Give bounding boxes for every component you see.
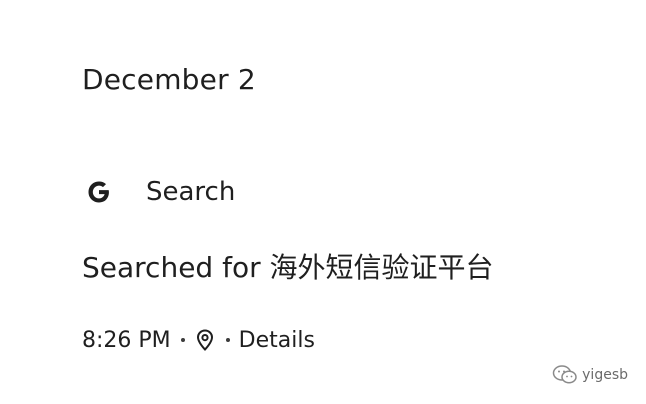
watermark: yigesb bbox=[552, 364, 628, 386]
activity-time: 8:26 PM bbox=[82, 327, 171, 353]
product-row: Search bbox=[82, 172, 235, 212]
separator-dot bbox=[180, 338, 185, 342]
watermark-text: yigesb bbox=[582, 367, 628, 383]
activity-title[interactable]: Searched for 海外短信验证平台 bbox=[82, 249, 494, 287]
product-label: Search bbox=[146, 177, 236, 207]
google-g-icon bbox=[82, 175, 116, 209]
location-pin-icon[interactable] bbox=[194, 329, 216, 351]
separator-dot bbox=[225, 338, 230, 342]
activity-meta: 8:26 PM Details bbox=[82, 324, 315, 356]
wechat-icon bbox=[552, 364, 578, 386]
date-heading: December 2 bbox=[82, 63, 256, 96]
details-link[interactable]: Details bbox=[239, 328, 315, 353]
